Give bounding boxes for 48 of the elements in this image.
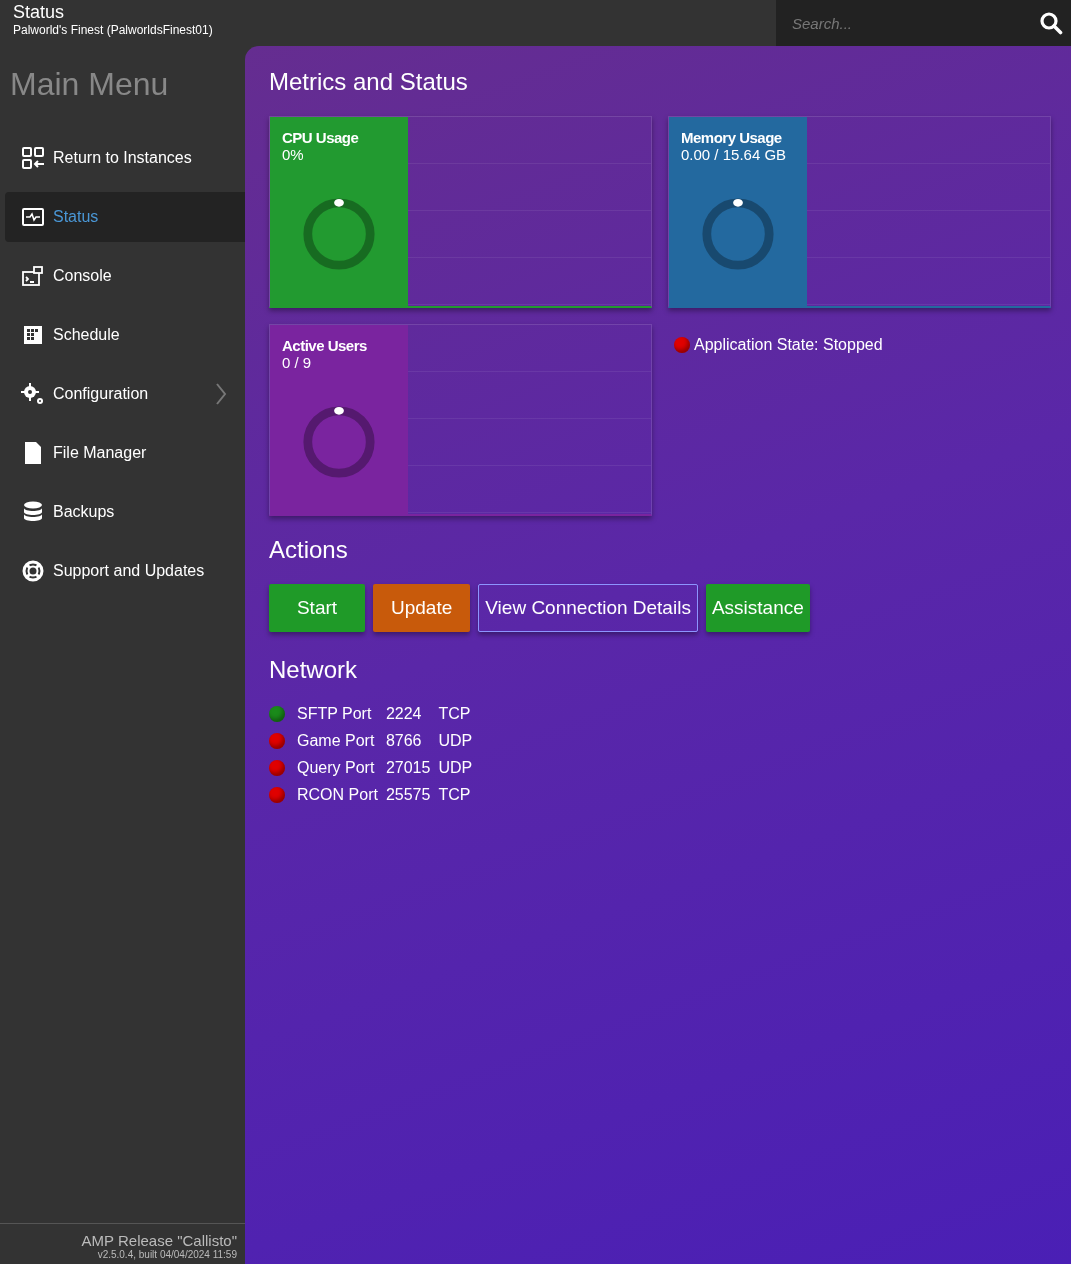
port-name: SFTP Port xyxy=(297,704,373,723)
release-name: AMP Release "Callisto" xyxy=(80,1232,237,1249)
action-button[interactable]: Update xyxy=(373,584,471,632)
menu-item[interactable]: Schedule xyxy=(5,310,245,360)
port-number: 2224 xyxy=(385,704,423,723)
port-name: RCON Port xyxy=(297,785,378,804)
menu-item[interactable]: Backups xyxy=(5,487,245,537)
menu-title: Main Menu xyxy=(9,65,170,104)
port-protocol: TCP xyxy=(438,785,472,804)
lifebuoy-icon xyxy=(21,559,45,583)
metric-label: Memory Usage xyxy=(681,129,783,146)
port-protocol: UDP xyxy=(438,758,473,777)
search-icon[interactable] xyxy=(1039,11,1063,35)
search-field[interactable]: Search... xyxy=(776,0,1071,46)
section-title: Actions xyxy=(269,536,349,564)
metric-value: 0.00 / 15.64 GB xyxy=(681,146,788,163)
port-number: 25575 xyxy=(385,785,431,804)
menu-item[interactable]: Support and Updates xyxy=(5,546,245,596)
database-icon xyxy=(21,500,45,524)
menu-item[interactable]: File Manager xyxy=(5,428,245,478)
build-info: v2.5.0.4, built 04/04/2024 11:59 xyxy=(96,1249,237,1260)
terminal-icon xyxy=(21,264,45,288)
port-protocol: TCP xyxy=(438,704,472,723)
grid-icon xyxy=(21,146,45,170)
application-state: Application State: Stopped xyxy=(694,336,883,354)
metric-label: CPU Usage xyxy=(282,129,360,146)
calendar-icon xyxy=(21,323,45,347)
action-button[interactable]: Assistance xyxy=(705,584,810,632)
port-number: 8766 xyxy=(385,731,423,750)
port-protocol: UDP xyxy=(438,731,473,750)
menu-item[interactable]: Configuration xyxy=(5,369,245,419)
metric-value: 0 / 9 xyxy=(282,354,313,371)
port-name: Game Port xyxy=(297,731,376,750)
gears-icon xyxy=(21,382,45,406)
section-title: Metrics and Status xyxy=(269,68,469,96)
port-number: 27015 xyxy=(385,758,431,777)
metric-label: Active Users xyxy=(282,337,368,354)
page-title: Status xyxy=(13,1,66,23)
section-title: Network xyxy=(269,656,359,684)
menu-item[interactable]: Return to Instances xyxy=(5,133,245,183)
port-name: Query Port xyxy=(297,758,376,777)
metric-value: 0% xyxy=(282,146,305,163)
menu-item[interactable]: Status xyxy=(5,192,245,242)
instance-name: Palworld's Finest (PalworldsFinest01) xyxy=(13,23,213,37)
action-button[interactable]: View Connection Details xyxy=(478,584,698,632)
pulse-icon xyxy=(21,205,45,229)
menu-item[interactable]: Console xyxy=(5,251,245,301)
action-button[interactable]: Start xyxy=(269,584,365,632)
